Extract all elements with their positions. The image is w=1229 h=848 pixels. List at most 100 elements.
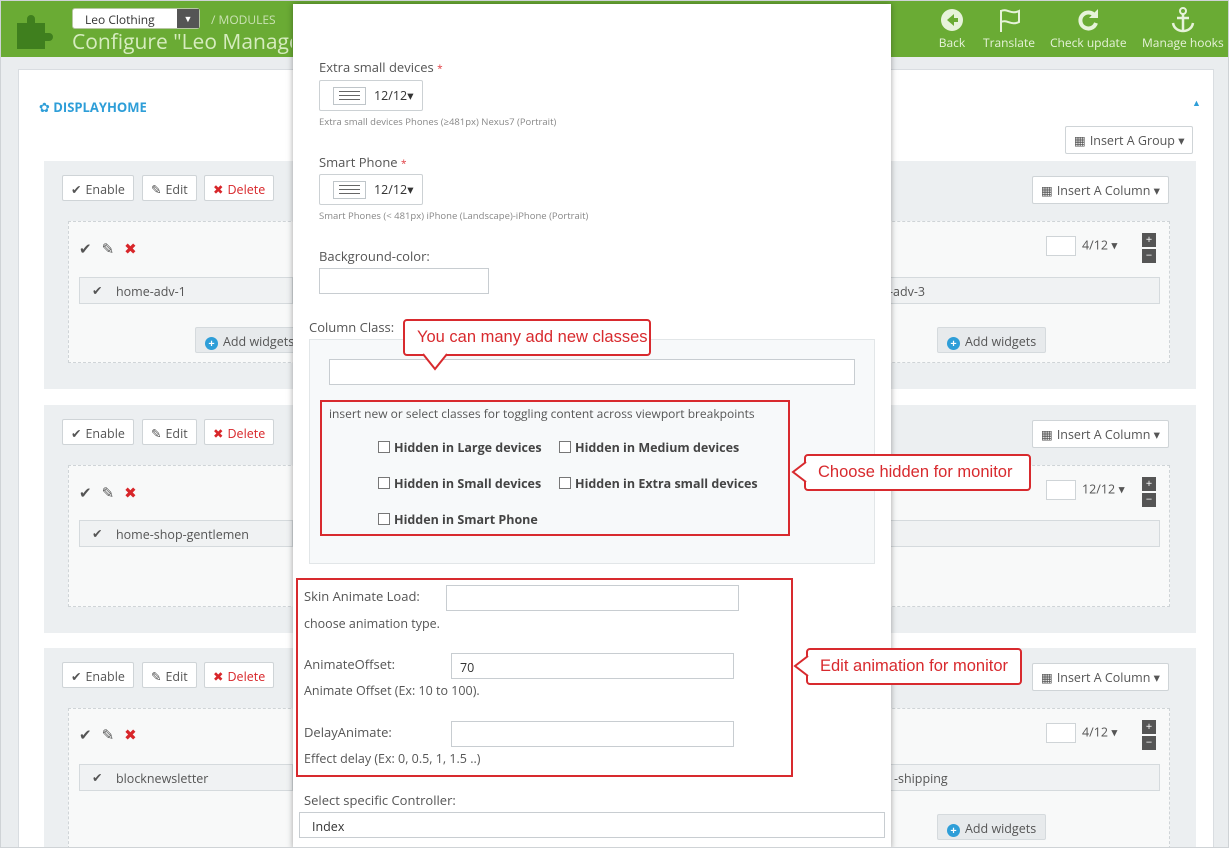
close-icon[interactable]: ✖ [124,483,147,503]
module-row[interactable]: -shipping [881,764,1160,791]
pencil-icon[interactable]: ✎ [102,725,125,745]
module-row[interactable]: ✔ blocknewsletter [79,764,293,791]
smart-phone-width-value: 12/12▾ [374,181,413,198]
insert-column-button[interactable]: ▦ Insert A Column ▾ [1032,420,1169,448]
check-icon: ✔ [92,769,103,786]
animation-options-highlight [296,578,793,777]
back-button-label: Back [938,34,966,51]
module-row[interactable]: -adv-3 [881,277,1160,304]
hidden-options-highlight [320,400,790,536]
close-icon[interactable]: ✖ [124,725,147,745]
minus-icon[interactable]: − [1142,736,1156,750]
enable-button[interactable]: ✔ Enable [62,419,134,445]
shop-selector[interactable]: Leo Clothing ▼ [72,8,200,29]
plus-icon[interactable]: + [1142,720,1156,734]
close-icon: ✖ [213,425,224,442]
chevron-down-icon: ▼ [177,9,199,28]
edit-label: Edit [165,425,188,442]
add-widgets-label: Add widgets [223,333,295,350]
check-icon[interactable]: ✔ [79,239,102,259]
add-widgets-button[interactable]: + Add widgets [937,814,1047,840]
breadcrumb-separator: / [211,11,219,28]
xs-devices-hint: Extra small devices Phones (≥481px) Nexu… [319,115,557,128]
chevron-down-icon: ▾ [1111,723,1118,741]
chevron-down-icon: ▾ [1118,480,1125,498]
animation-callout-pointer [793,655,809,677]
table-icon: ▦ [1041,182,1053,199]
check-icon[interactable]: ✔ [79,483,102,503]
delete-button[interactable]: ✖ Delete [204,175,275,201]
pencil-icon[interactable]: ✎ [102,239,125,259]
plus-icon[interactable]: + [1142,477,1156,491]
back-icon [941,9,963,31]
flag-icon [999,9,1020,32]
translate-button[interactable]: Translate [983,7,1035,51]
width-lines-icon [1046,480,1076,500]
delete-button[interactable]: ✖ Delete [204,662,275,688]
add-widgets-button[interactable]: + Add widgets [195,327,305,353]
enable-label: Enable [85,181,125,198]
column-actions[interactable]: ✔✎✖ [79,483,147,503]
insert-column-button[interactable]: ▦ Insert A Column ▾ [1032,176,1169,204]
enable-label: Enable [85,668,125,685]
back-button[interactable]: Back [938,7,966,51]
xs-width-value-text: 12/12 [374,87,408,104]
edit-label: Edit [165,181,188,198]
edit-button[interactable]: ✎ Edit [142,662,197,688]
enable-button[interactable]: ✔ Enable [62,175,134,201]
collapse-icon[interactable]: ▲ [1192,96,1201,109]
chevron-down-icon: ▾ [1153,182,1160,199]
close-icon: ✖ [213,668,224,685]
minus-icon[interactable]: − [1142,493,1156,507]
add-widgets-button[interactable]: + Add widgets [937,327,1047,353]
pencil-icon: ✎ [151,425,162,442]
animation-callout: Edit animation for monitor [806,648,1022,685]
check-icon[interactable]: ✔ [79,725,102,745]
required-marker: * [437,61,443,75]
close-icon[interactable]: ✖ [124,239,147,259]
column-actions[interactable]: ✔✎✖ [79,239,147,259]
delete-button[interactable]: ✖ Delete [204,419,275,445]
edit-button[interactable]: ✎ Edit [142,175,197,201]
column-width-selector[interactable]: 4/12 ▾ [1046,723,1118,749]
anchor-icon [1171,7,1195,33]
shop-selector-value: Leo Clothing [85,11,155,28]
smart-phone-width-select[interactable]: 12/12▾ [319,174,423,205]
manage-hooks-button[interactable]: Manage hooks [1142,7,1224,51]
plus-icon[interactable]: + [1142,233,1156,247]
column-class-input[interactable] [329,359,855,385]
module-row[interactable]: ✔ home-adv-1 [79,277,293,304]
manage-hooks-button-label: Manage hooks [1142,34,1224,51]
module-row[interactable] [881,520,1160,547]
minus-icon[interactable]: − [1142,249,1156,263]
translate-button-label: Translate [983,34,1035,51]
xs-width-select[interactable]: 12/12▾ [319,80,423,111]
module-row[interactable]: ✔ home-shop-gentlemen [79,520,293,547]
pencil-icon: ✎ [151,668,162,685]
chevron-down-icon: ▾ [1153,669,1160,686]
check-update-button-label: Check update [1050,34,1127,51]
check-update-button[interactable]: Check update [1050,7,1127,51]
column-width-value: 4/12 [1082,236,1109,254]
classes-callout-pointer [422,353,448,371]
screenshot-frame: Leo Clothing ▼ / MODULES Configure "Leo … [0,0,1229,848]
column-actions[interactable]: ✔✎✖ [79,725,147,745]
column-width-selector[interactable]: 4/12 ▾ [1046,236,1118,262]
xs-width-value: 12/12▾ [374,87,413,104]
gear-icon: ✿ [39,98,50,116]
controller-select[interactable]: Index [299,812,885,838]
delete-label: Delete [227,668,266,685]
module-name: home-shop-gentlemen [116,526,249,543]
insert-column-button[interactable]: ▦ Insert A Column ▾ [1032,663,1169,691]
column-width-selector[interactable]: 12/12 ▾ [1046,480,1125,506]
breadcrumb[interactable]: / MODULES [211,11,276,28]
background-color-input[interactable] [319,268,489,294]
pencil-icon[interactable]: ✎ [102,483,125,503]
add-widgets-label: Add widgets [965,333,1037,350]
insert-group-button[interactable]: ▦ Insert A Group ▾ [1065,126,1194,154]
edit-button[interactable]: ✎ Edit [142,419,197,445]
page-title: Configure "Leo Manage W [72,28,292,56]
check-icon: ✔ [71,425,82,442]
enable-button[interactable]: ✔ Enable [62,662,134,688]
check-icon: ✔ [92,282,103,299]
